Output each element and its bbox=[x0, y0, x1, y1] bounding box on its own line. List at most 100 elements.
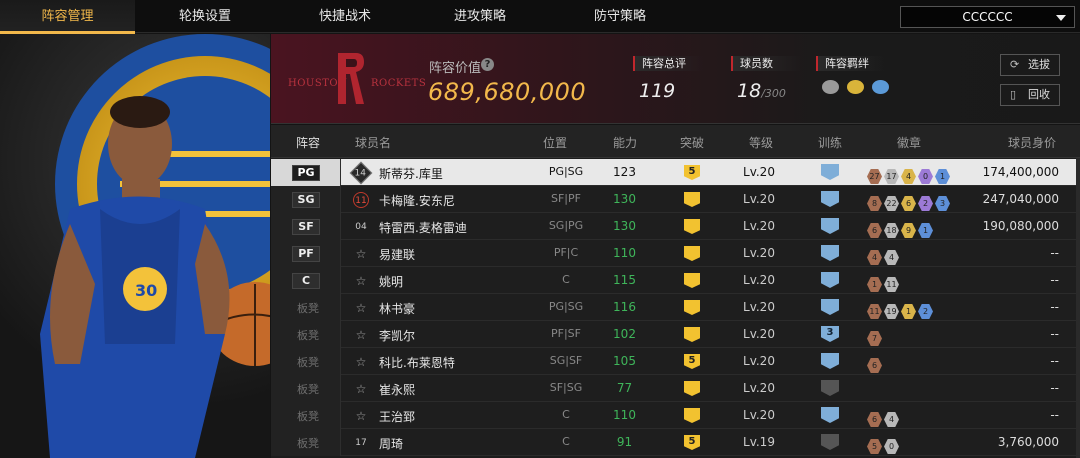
col-name[interactable]: 球员名 bbox=[355, 134, 391, 151]
player-price: -- bbox=[1050, 246, 1059, 260]
table-row[interactable]: 板凳 17 周琦 C 91 5 Lv.19 50 3,760,000 bbox=[271, 429, 1080, 456]
training-icon[interactable] bbox=[821, 353, 839, 369]
breakthrough-icon[interactable]: 5 bbox=[684, 165, 700, 180]
badge-list[interactable]: 1 11 bbox=[867, 272, 901, 292]
col-ability[interactable]: 能力 bbox=[613, 134, 637, 151]
breakthrough-icon[interactable] bbox=[684, 300, 700, 315]
training-icon[interactable] bbox=[821, 434, 839, 450]
slot-cell[interactable]: 板凳 bbox=[271, 348, 341, 375]
player-name[interactable]: 周琦 bbox=[379, 435, 403, 452]
table-row[interactable]: 板凳 ☆ 崔永熙 SF|SG 77 Lv.20 -- bbox=[271, 375, 1080, 402]
slot-cell[interactable]: 板凳 bbox=[271, 429, 341, 456]
chemistry-silver-icon[interactable] bbox=[822, 80, 839, 94]
badge-list[interactable]: 44 bbox=[867, 245, 901, 265]
badge-icon: 4 bbox=[867, 250, 882, 265]
player-level: Lv.20 bbox=[743, 408, 775, 422]
badge-list[interactable]: 11 19 1 2 bbox=[867, 299, 935, 319]
jersey-number: ☆ bbox=[355, 409, 367, 423]
breakthrough-icon[interactable]: 5 bbox=[684, 354, 700, 369]
player-level: Lv.19 bbox=[743, 435, 775, 449]
player-name[interactable]: 李凯尔 bbox=[379, 327, 415, 344]
tab-offense-strategy[interactable]: 进攻策略 bbox=[415, 0, 545, 33]
logo-right-text: ROCKETS bbox=[371, 78, 427, 89]
training-icon[interactable] bbox=[821, 191, 839, 207]
tab-lineup-management[interactable]: 阵容管理 bbox=[0, 0, 135, 34]
breakthrough-icon[interactable] bbox=[684, 219, 700, 234]
breakthrough-icon[interactable] bbox=[684, 408, 700, 423]
jersey-icon: ☆ bbox=[353, 246, 369, 262]
breakthrough-icon[interactable] bbox=[684, 246, 700, 261]
badge-list[interactable]: 6 18 9 1 bbox=[867, 218, 935, 238]
chemistry-label: 阵容羁绊 bbox=[816, 56, 886, 71]
badge-list[interactable]: 6 bbox=[867, 353, 884, 373]
player-name[interactable]: 卡梅隆.安东尼 bbox=[379, 192, 455, 209]
table-row[interactable]: 板凳 ☆ 王治郅 C 110 Lv.20 64 -- bbox=[271, 402, 1080, 429]
recycle-button[interactable]: ▯ 回收 bbox=[1000, 84, 1060, 106]
chemistry-blue-icon[interactable] bbox=[872, 80, 890, 94]
player-name[interactable]: 崔永熙 bbox=[379, 381, 415, 398]
badge-list[interactable]: 50 bbox=[867, 434, 901, 454]
training-icon[interactable]: 3 bbox=[821, 326, 839, 342]
col-level[interactable]: 等级 bbox=[749, 134, 773, 151]
table-row[interactable]: SF 04 特雷西.麦格雷迪 SG|PG 130 Lv.20 6 18 9 1 190… bbox=[271, 213, 1080, 240]
col-position[interactable]: 位置 bbox=[543, 134, 567, 151]
training-icon[interactable] bbox=[821, 407, 839, 423]
player-name[interactable]: 王治郅 bbox=[379, 408, 415, 425]
slot-cell[interactable]: SF bbox=[271, 213, 341, 240]
tab-rotation-settings[interactable]: 轮换设置 bbox=[140, 0, 270, 33]
player-name[interactable]: 科比.布莱恩特 bbox=[379, 354, 455, 371]
team-dropdown[interactable]: CCCCCC bbox=[900, 6, 1075, 28]
help-icon[interactable]: ? bbox=[481, 58, 494, 71]
table-row[interactable]: 板凳 ☆ 林书豪 PG|SG 116 Lv.20 11 19 1 2 -- bbox=[271, 294, 1080, 321]
breakthrough-icon[interactable] bbox=[684, 327, 700, 342]
player-name[interactable]: 姚明 bbox=[379, 273, 403, 290]
slot-cell[interactable]: PG bbox=[271, 159, 341, 186]
badge-list[interactable]: 64 bbox=[867, 407, 901, 427]
col-price[interactable]: 球员身价 bbox=[1008, 134, 1056, 151]
chemistry-gold-icon[interactable] bbox=[847, 80, 865, 94]
jersey-icon: 17 bbox=[353, 435, 369, 451]
slot-cell[interactable]: C bbox=[271, 267, 341, 294]
training-icon[interactable] bbox=[821, 218, 839, 234]
tab-quick-tactics[interactable]: 快捷战术 bbox=[280, 0, 410, 33]
tab-defense-strategy[interactable]: 防守策略 bbox=[555, 0, 685, 33]
col-training[interactable]: 训练 bbox=[818, 134, 842, 151]
breakthrough-icon[interactable] bbox=[684, 192, 700, 207]
select-button[interactable]: ⟳ 选拔 bbox=[1000, 54, 1060, 76]
training-icon[interactable] bbox=[821, 380, 839, 396]
slot-cell[interactable]: SG bbox=[271, 186, 341, 213]
breakthrough-icon[interactable]: 5 bbox=[684, 435, 700, 450]
training-icon[interactable] bbox=[821, 272, 839, 288]
player-name[interactable]: 斯蒂芬.库里 bbox=[379, 165, 443, 182]
col-badges[interactable]: 徽章 bbox=[897, 134, 921, 151]
breakthrough-icon[interactable] bbox=[684, 381, 700, 396]
training-icon[interactable] bbox=[821, 299, 839, 315]
jersey-number: ☆ bbox=[355, 382, 367, 396]
jersey-icon: 14 bbox=[349, 161, 373, 185]
col-breakthrough[interactable]: 突破 bbox=[680, 134, 704, 151]
col-slot[interactable]: 阵容 bbox=[296, 134, 320, 151]
training-icon[interactable] bbox=[821, 164, 839, 180]
player-name[interactable]: 特雷西.麦格雷迪 bbox=[379, 219, 467, 236]
table-row[interactable]: 板凳 ☆ 李凯尔 PF|SF 102 Lv.20 3 7 -- bbox=[271, 321, 1080, 348]
table-row[interactable]: 板凳 ☆ 科比.布莱恩特 SG|SF 105 5 Lv.20 6 -- bbox=[271, 348, 1080, 375]
table-row[interactable]: PF ☆ 易建联 PF|C 110 Lv.20 44 -- bbox=[271, 240, 1080, 267]
player-name[interactable]: 易建联 bbox=[379, 246, 415, 263]
slot-cell[interactable]: 板凳 bbox=[271, 402, 341, 429]
badge-list[interactable]: 27 17 4 0 1 bbox=[867, 164, 952, 184]
slot-cell[interactable]: 板凳 bbox=[271, 294, 341, 321]
badge-list[interactable]: 8 22 6 2 3 bbox=[867, 191, 952, 211]
breakthrough-icon[interactable] bbox=[684, 273, 700, 288]
table-row[interactable]: C ☆ 姚明 C 115 Lv.20 1 11 -- bbox=[271, 267, 1080, 294]
jersey-icon: ☆ bbox=[353, 273, 369, 289]
badge-list[interactable]: 7 bbox=[867, 326, 884, 346]
slot-cell[interactable]: 板凳 bbox=[271, 321, 341, 348]
bench-label: 板凳 bbox=[297, 383, 319, 396]
player-name[interactable]: 林书豪 bbox=[379, 300, 415, 317]
table-row[interactable]: PG 14 斯蒂芬.库里 PG|SG 123 5 Lv.20 27 17 4 0 1 1… bbox=[271, 159, 1080, 186]
table-scrollbar[interactable] bbox=[1076, 158, 1080, 458]
slot-cell[interactable]: 板凳 bbox=[271, 375, 341, 402]
slot-cell[interactable]: PF bbox=[271, 240, 341, 267]
table-row[interactable]: SG 11 卡梅隆.安东尼 SF|PF 130 Lv.20 8 22 6 2 3 247… bbox=[271, 186, 1080, 213]
training-icon[interactable] bbox=[821, 245, 839, 261]
